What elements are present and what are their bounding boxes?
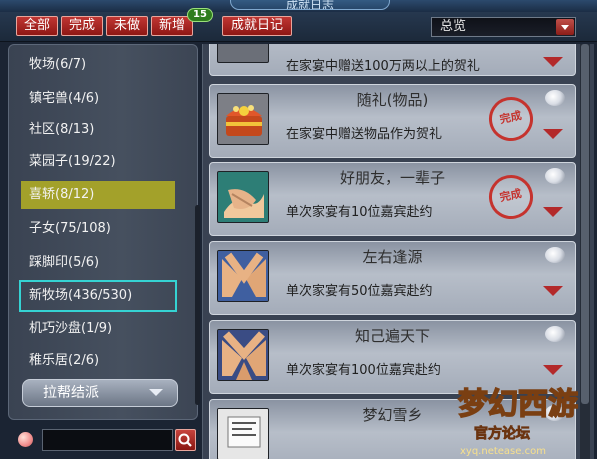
achievement-title: 知己遍天下 bbox=[354, 327, 430, 345]
sidebar-item-children[interactable]: 子女(75/108) bbox=[21, 215, 175, 243]
chevron-down-icon bbox=[149, 389, 163, 397]
achievement-card[interactable]: 好朋友，一辈子 单次家宴有10位嘉宾赴约 完成 bbox=[209, 162, 576, 236]
sidebar-item-ranch[interactable]: 牧场(6/7) bbox=[21, 51, 175, 79]
achievement-card[interactable]: 随礼(物品) 在家宴中赠送物品作为贺礼 完成 bbox=[209, 84, 576, 158]
sidebar-item-mechanism-sandbox[interactable]: 机巧沙盘(1/9) bbox=[21, 315, 175, 343]
window-title: 成就日志 bbox=[230, 0, 390, 10]
search-icon bbox=[178, 433, 192, 447]
achievement-desc: 单次家宴有50位嘉宾赴约 bbox=[286, 284, 433, 299]
achievement-title: 梦幻雪乡 bbox=[362, 406, 423, 424]
search-input[interactable] bbox=[42, 429, 173, 451]
sidebar-item-community[interactable]: 社区(8/13) bbox=[21, 116, 175, 144]
guild-category-dropdown[interactable]: 拉帮结派 bbox=[22, 379, 178, 407]
achievement-card[interactable]: 知己遍天下 单次家宴有100位嘉宾赴约 bbox=[209, 320, 576, 394]
guild-dropdown-label: 拉帮结派 bbox=[43, 385, 99, 401]
achievement-card[interactable]: 在家宴中赠送100万两以上的贺礼 bbox=[209, 44, 576, 76]
achievement-desc: 在家宴中赠送物品作为贺礼 bbox=[286, 127, 443, 142]
category-sidebar: 牧场(6/7) 镇宅兽(4/6) 社区(8/13) 菜园子(19/22) 喜轿(… bbox=[8, 44, 200, 420]
pearl-icon bbox=[545, 326, 565, 342]
pearl-icon bbox=[545, 405, 565, 421]
expand-arrow-icon[interactable] bbox=[543, 365, 563, 375]
filter-undone-button[interactable]: 未做 bbox=[106, 16, 148, 36]
filter-undone-label: 未做 bbox=[113, 18, 140, 33]
expand-arrow-icon[interactable] bbox=[543, 207, 563, 217]
achievement-log-button[interactable]: 成就日记 bbox=[222, 16, 292, 36]
new-count-badge: 15 bbox=[187, 8, 213, 22]
search-bar bbox=[14, 429, 196, 451]
achievement-desc: 在家宴中赠送100万两以上的贺礼 bbox=[286, 59, 480, 74]
peach-icon bbox=[18, 432, 33, 447]
sidebar-item-guardian-beast[interactable]: 镇宅兽(4/6) bbox=[21, 85, 175, 113]
sidebar-scrollbar[interactable] bbox=[195, 205, 200, 405]
filter-done-label: 完成 bbox=[68, 18, 95, 33]
search-button[interactable] bbox=[175, 429, 196, 451]
sidebar-item-footprints[interactable]: 踩脚印(5/6) bbox=[21, 249, 175, 277]
sidebar-item-kids-home[interactable]: 稚乐居(2/6) bbox=[21, 347, 175, 375]
list-scrollbar-thumb[interactable] bbox=[581, 44, 589, 404]
achievement-gift-icon bbox=[217, 44, 269, 63]
sidebar-item-wedding-sedan[interactable]: 喜轿(8/12) bbox=[21, 181, 175, 209]
filter-done-button[interactable]: 完成 bbox=[61, 16, 103, 36]
pearl-icon bbox=[545, 90, 565, 106]
achievement-desc: 单次家宴有10位嘉宾赴约 bbox=[286, 205, 433, 220]
achievement-list: 在家宴中赠送100万两以上的贺礼 随礼(物品) 在家宴中赠送物品作为贺礼 完成 bbox=[202, 44, 594, 459]
achievement-desc: 单次家宴有100位嘉宾赴约 bbox=[286, 363, 441, 378]
expand-arrow-icon[interactable] bbox=[543, 286, 563, 296]
filter-new-label: 新增 bbox=[158, 18, 185, 33]
pearl-icon bbox=[545, 247, 565, 263]
achievement-card[interactable]: 左右逢源 单次家宴有50位嘉宾赴约 bbox=[209, 241, 576, 315]
chevron-down-icon[interactable] bbox=[556, 19, 574, 35]
expand-arrow-icon[interactable] bbox=[543, 129, 563, 139]
filter-all-button[interactable]: 全部 bbox=[16, 16, 58, 36]
overview-dropdown[interactable]: 总览 bbox=[431, 17, 576, 37]
sidebar-item-new-ranch[interactable]: 新牧场(436/530) bbox=[19, 280, 177, 312]
filter-all-label: 全部 bbox=[23, 18, 50, 33]
achievement-title: 左右逢源 bbox=[362, 248, 423, 266]
sidebar-item-vegetable-garden[interactable]: 菜园子(19/22) bbox=[21, 148, 175, 176]
filter-new-button[interactable]: 新增 bbox=[151, 16, 193, 36]
achievement-card[interactable]: 梦幻雪乡 bbox=[209, 399, 576, 459]
pearl-icon bbox=[545, 168, 565, 184]
expand-arrow-icon[interactable] bbox=[543, 57, 563, 67]
overview-value: 总览 bbox=[440, 19, 467, 34]
achievement-log-label: 成就日记 bbox=[230, 18, 283, 33]
